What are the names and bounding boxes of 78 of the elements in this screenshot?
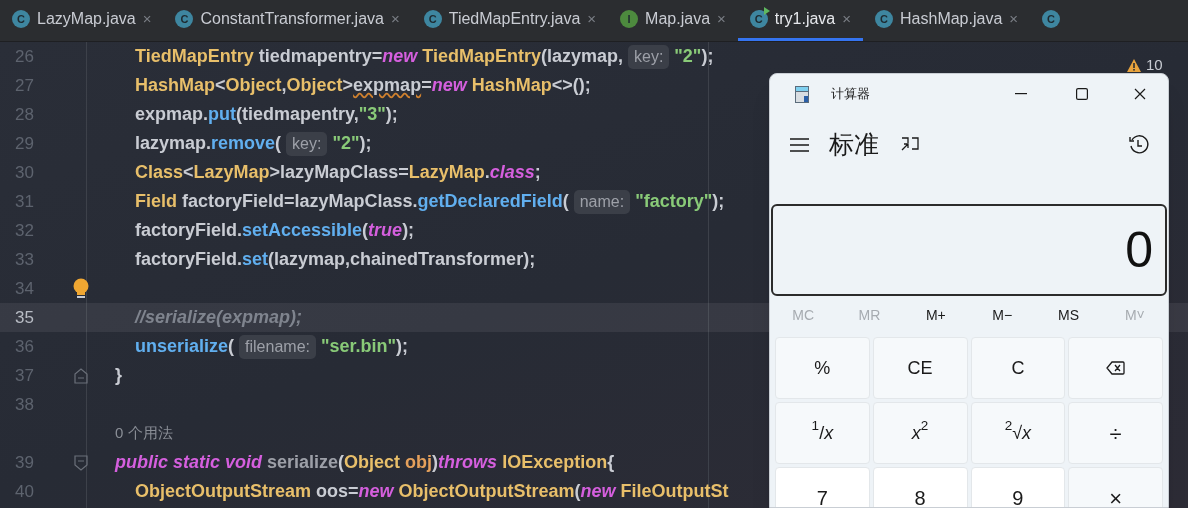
backspace-icon — [1106, 361, 1126, 375]
class-icon: C — [875, 10, 894, 28]
line-number: 38 — [14, 393, 34, 416]
close-icon[interactable]: × — [717, 7, 726, 31]
interface-icon: I — [620, 10, 639, 28]
code-line: //serialize(expmap); — [133, 306, 303, 329]
class-icon: C — [1042, 10, 1061, 28]
lightbulb-icon[interactable] — [72, 277, 89, 300]
parameter-hint: key: — [628, 44, 670, 69]
memory-button[interactable]: M− — [969, 304, 1036, 326]
editor-tab[interactable]: C LazyMap.java × — [0, 0, 164, 41]
class-icon: C — [175, 10, 194, 28]
close-icon[interactable]: × — [842, 7, 852, 31]
calculator-key[interactable]: % — [775, 337, 870, 399]
class-icon: C — [749, 10, 768, 28]
minimize-icon — [1015, 93, 1027, 95]
memory-button[interactable]: MS — [1035, 304, 1102, 326]
maximize-icon — [1076, 88, 1088, 100]
mode-title: 标准 — [829, 129, 879, 161]
usage-hint[interactable]: 0 个用法 — [115, 422, 173, 445]
calculator-key[interactable]: $^{1}$/x — [775, 402, 870, 464]
close-icon[interactable]: × — [587, 7, 597, 31]
editor-tab[interactable]: C HashMap.java × — [863, 0, 1031, 41]
line-number: 40 — [14, 480, 34, 503]
line-number: 39 — [14, 451, 34, 474]
fold-icon[interactable] — [73, 367, 88, 384]
close-icon[interactable]: × — [390, 7, 400, 31]
code-line: Field factoryField=lazyMapClass.getDeclaredField( name: "factory"); — [115, 188, 725, 215]
code-line: Class<LazyMap>lazyMapClass=LazyMap.class; — [134, 161, 541, 184]
editor-tab[interactable]: C TiedMapEntry.java × — [411, 0, 609, 41]
calculator-key[interactable]: 7 — [775, 467, 870, 507]
calculator-icon — [795, 85, 809, 103]
parameter-hint: filename: — [239, 334, 316, 359]
calculator-key[interactable]: 9 — [970, 467, 1066, 507]
line-number: 32 — [14, 219, 34, 242]
window-title: 计算器 — [831, 85, 871, 104]
code-line: public static void serialize(Object obj)throws IOException{ — [115, 451, 615, 474]
code-line: } — [115, 364, 122, 387]
class-icon: C — [423, 10, 442, 28]
display-value: 0 — [771, 204, 1167, 296]
line-number: 33 — [14, 248, 34, 271]
calculator-key[interactable]: CE — [872, 337, 968, 399]
code-line: HashMap<Object,Object>expmap=new HashMap<>(); — [134, 74, 591, 97]
close-icon[interactable]: × — [1009, 7, 1019, 31]
editor-tab[interactable]: I Map.java × — [608, 0, 738, 41]
keep-on-top-icon[interactable] — [901, 137, 919, 153]
line-number: 35 — [14, 306, 34, 329]
editor-tab[interactable]: C — [1030, 0, 1073, 41]
code-line: TiedMapEntry tiedmapentry=new TiedMapEntry(lazymap, key: "2"); — [115, 43, 714, 70]
editor-tab[interactable]: C ConstantTransformer.java × — [163, 0, 412, 41]
fold-icon[interactable] — [73, 454, 88, 471]
close-icon — [1134, 88, 1146, 100]
code-line: factoryField.set(lazymap,chainedTransformer); — [134, 248, 536, 271]
code-line: lazymap.remove( key: "2"); — [115, 130, 372, 157]
calculator-key[interactable]: × — [1068, 467, 1163, 507]
history-icon[interactable] — [1128, 134, 1150, 156]
calculator-key[interactable]: ÷ — [1068, 402, 1163, 464]
line-number: 36 — [14, 335, 34, 358]
warning-count: 10 — [1146, 55, 1163, 75]
calculator-key[interactable]: $^{2}$√x — [970, 402, 1066, 464]
calculator-key[interactable]: x$^{2}$ — [872, 402, 968, 464]
line-number: 37 — [14, 364, 34, 387]
warning-icon — [1126, 57, 1142, 73]
backspace-button[interactable] — [1068, 337, 1163, 399]
warning-indicator[interactable]: 10 — [1126, 54, 1163, 77]
code-line: unserialize( filename: "ser.bin"); — [115, 333, 409, 360]
parameter-hint: key: — [286, 131, 328, 156]
line-number: 34 — [14, 277, 34, 300]
parameter-hint: name: — [573, 189, 631, 214]
code-line: expmap.put(tiedmapentry,"3"); — [134, 103, 398, 126]
calculator-key[interactable]: 8 — [872, 467, 968, 507]
calculator-key[interactable]: C — [970, 337, 1066, 399]
memory-button[interactable]: M+ — [902, 304, 969, 326]
class-icon: C — [12, 10, 30, 28]
code-line: factoryField.setAccessible(true); — [134, 219, 415, 242]
menu-icon[interactable] — [790, 138, 809, 152]
code-line: ObjectOutputStream oos=new ObjectOutputStream(new FileOutputSt — [134, 480, 729, 503]
line-number: 31 — [14, 190, 34, 213]
